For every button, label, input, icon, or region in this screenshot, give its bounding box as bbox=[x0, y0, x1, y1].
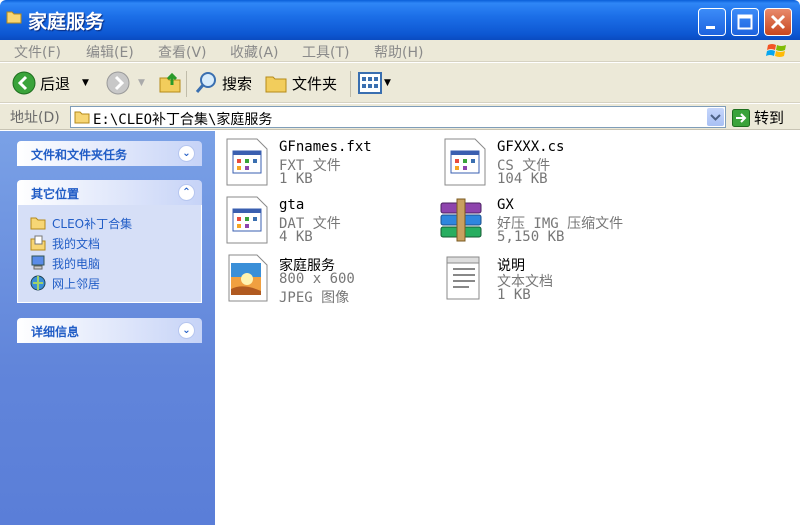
file-item[interactable]: 说明 文本文档 1 KB bbox=[441, 251, 641, 307]
network-places-icon bbox=[30, 275, 46, 291]
maximize-icon bbox=[737, 14, 753, 30]
menu-favorites[interactable]: 收藏(A) bbox=[230, 42, 279, 62]
file-size: 1 KB bbox=[497, 287, 531, 303]
menu-file[interactable]: 文件(F) bbox=[14, 42, 61, 62]
my-computer-icon bbox=[31, 255, 45, 270]
place-label: 我的文档 bbox=[52, 236, 101, 251]
other-places-title: 其它位置 bbox=[31, 187, 80, 201]
expand-chevron-icon[interactable]: ⌄ bbox=[178, 145, 195, 162]
close-button[interactable] bbox=[764, 8, 792, 36]
back-dropdown-icon[interactable]: ▼ bbox=[82, 78, 89, 88]
task-pane: 文件和文件夹任务 ⌄ 其它位置 ⌃ CLEO补丁合集 我的文档 我的电脑 网上邻… bbox=[0, 131, 215, 525]
menu-edit[interactable]: 编辑(E) bbox=[86, 42, 134, 62]
text-document-icon bbox=[446, 256, 480, 300]
file-size: 5,150 KB bbox=[497, 229, 565, 245]
forward-dropdown-icon: ▼ bbox=[138, 78, 145, 88]
go-arrow-icon bbox=[732, 108, 750, 127]
address-label: 地址(D) bbox=[10, 110, 60, 126]
forward-arrow-icon bbox=[106, 71, 130, 95]
close-icon bbox=[770, 14, 786, 30]
folder-icon bbox=[74, 111, 90, 124]
go-label: 转到 bbox=[754, 109, 785, 127]
chevron-down-icon bbox=[710, 114, 721, 121]
other-places-panel: 其它位置 ⌃ CLEO补丁合集 我的文档 我的电脑 网上邻居 bbox=[17, 180, 202, 303]
details-panel: 详细信息 ⌄ bbox=[17, 318, 202, 343]
forward-button[interactable]: ▼ bbox=[106, 69, 145, 97]
toolbar: 后退 ▼ ▼ 搜索 文件夹 ▼ bbox=[0, 63, 800, 103]
file-size: 1 KB bbox=[279, 171, 313, 187]
toolbar-separator bbox=[186, 71, 187, 97]
maximize-button[interactable] bbox=[731, 8, 759, 36]
file-name: GX bbox=[497, 197, 514, 213]
up-folder-button[interactable] bbox=[158, 69, 182, 97]
other-places-list: CLEO补丁合集 我的文档 我的电脑 网上邻居 bbox=[17, 205, 202, 303]
generic-file-icon bbox=[226, 196, 268, 244]
generic-file-icon bbox=[444, 138, 486, 186]
back-arrow-icon bbox=[12, 71, 36, 95]
address-dropdown-button[interactable] bbox=[707, 108, 724, 126]
place-item-my-documents[interactable]: 我的文档 bbox=[30, 233, 201, 253]
views-button[interactable]: ▼ bbox=[358, 69, 391, 97]
place-item-network[interactable]: 网上邻居 bbox=[30, 273, 201, 293]
folders-icon bbox=[265, 76, 287, 93]
menu-bar: 文件(F) 编辑(E) 查看(V) 收藏(A) 工具(T) 帮助(H) bbox=[0, 40, 800, 62]
views-dropdown-icon[interactable]: ▼ bbox=[384, 78, 391, 88]
back-button[interactable]: 后退 ▼ bbox=[12, 69, 89, 97]
file-item[interactable]: gta DAT 文件 4 KB bbox=[223, 193, 423, 249]
window-title: 家庭服务 bbox=[28, 11, 105, 33]
folder-icon bbox=[30, 217, 46, 230]
file-size: 104 KB bbox=[497, 171, 548, 187]
file-item[interactable]: GFnames.fxt FXT 文件 1 KB bbox=[223, 135, 423, 191]
file-name: GFXXX.cs bbox=[497, 139, 565, 155]
file-list[interactable]: GFnames.fxt FXT 文件 1 KB GFXXX.cs CS 文件 1… bbox=[215, 131, 800, 525]
place-item-cleo[interactable]: CLEO补丁合集 bbox=[30, 213, 201, 233]
folder-icon bbox=[6, 11, 22, 24]
place-label: 我的电脑 bbox=[52, 256, 101, 271]
address-value[interactable]: E:\CLEO补丁合集\家庭服务 bbox=[93, 109, 272, 129]
file-size: JPEG 图像 bbox=[279, 290, 350, 306]
menu-tools[interactable]: 工具(T) bbox=[302, 42, 349, 62]
address-input[interactable]: E:\CLEO补丁合集\家庭服务 bbox=[70, 106, 726, 128]
minimize-button[interactable] bbox=[698, 8, 726, 36]
file-item[interactable]: 家庭服务 800 x 600 JPEG 图像 bbox=[223, 251, 423, 307]
file-tasks-title: 文件和文件夹任务 bbox=[31, 148, 128, 162]
address-bar: 地址(D) E:\CLEO补丁合集\家庭服务 转到 bbox=[0, 104, 800, 130]
file-tasks-panel: 文件和文件夹任务 ⌄ bbox=[17, 141, 202, 166]
file-tasks-header[interactable]: 文件和文件夹任务 ⌄ bbox=[17, 141, 202, 166]
search-label: 搜索 bbox=[222, 74, 253, 93]
file-type: 800 x 600 bbox=[279, 271, 355, 287]
search-icon bbox=[195, 72, 216, 93]
details-title: 详细信息 bbox=[31, 325, 80, 339]
folders-label: 文件夹 bbox=[292, 74, 338, 93]
archive-icon bbox=[440, 198, 482, 242]
my-documents-icon bbox=[30, 235, 46, 251]
folders-button[interactable]: 文件夹 bbox=[264, 69, 337, 97]
windows-logo-icon bbox=[766, 44, 786, 57]
title-bar[interactable]: 家庭服务 bbox=[0, 0, 800, 40]
expand-chevron-icon[interactable]: ⌄ bbox=[178, 322, 195, 339]
file-size: 4 KB bbox=[279, 229, 313, 245]
search-button[interactable]: 搜索 bbox=[194, 69, 252, 97]
image-file-icon bbox=[228, 254, 268, 302]
place-label: CLEO补丁合集 bbox=[52, 216, 133, 231]
views-icon bbox=[358, 72, 382, 94]
place-item-my-computer[interactable]: 我的电脑 bbox=[30, 253, 201, 273]
collapse-chevron-icon[interactable]: ⌃ bbox=[178, 184, 195, 201]
menu-help[interactable]: 帮助(H) bbox=[374, 42, 423, 62]
file-name: GFnames.fxt bbox=[279, 139, 372, 155]
generic-file-icon bbox=[226, 138, 268, 186]
file-item[interactable]: GFXXX.cs CS 文件 104 KB bbox=[441, 135, 641, 191]
go-button[interactable]: 转到 bbox=[732, 107, 784, 128]
minimize-icon bbox=[706, 26, 715, 29]
back-label: 后退 bbox=[40, 74, 71, 93]
toolbar-separator bbox=[350, 71, 351, 97]
menu-view[interactable]: 查看(V) bbox=[158, 42, 207, 62]
place-label: 网上邻居 bbox=[52, 276, 101, 291]
up-folder-icon bbox=[159, 72, 181, 93]
details-header[interactable]: 详细信息 ⌄ bbox=[17, 318, 202, 343]
file-item[interactable]: GX 好压 IMG 压缩文件 5,150 KB bbox=[437, 193, 797, 249]
file-name: gta bbox=[279, 197, 305, 213]
other-places-header[interactable]: 其它位置 ⌃ bbox=[17, 180, 202, 205]
